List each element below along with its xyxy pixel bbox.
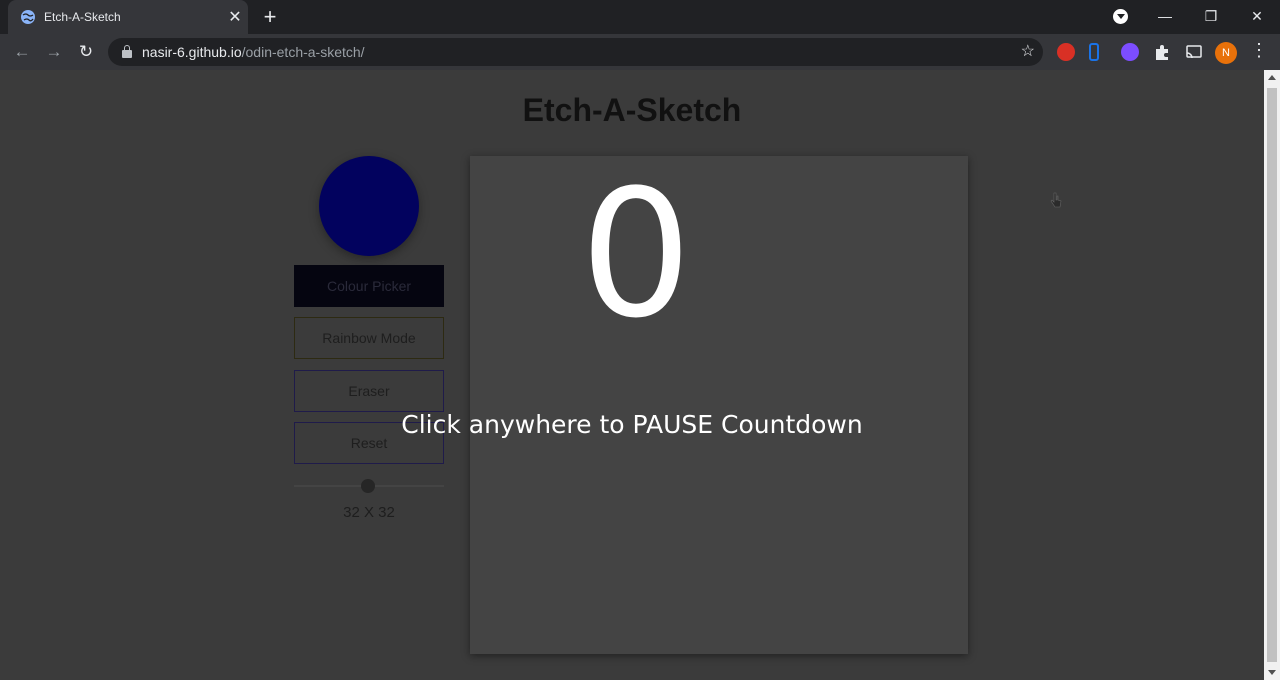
- new-tab-button[interactable]: +: [258, 5, 282, 29]
- page-content: Etch-A-Sketch Colour Picker Rainbow Mode…: [0, 70, 1264, 680]
- colour-preview-circle[interactable]: [319, 156, 419, 256]
- scroll-down-arrow-icon[interactable]: [1268, 670, 1276, 675]
- bookmark-star-icon[interactable]: ☆: [1021, 41, 1035, 61]
- close-tab-icon[interactable]: ✕: [222, 7, 248, 27]
- purple-flower-extension-icon[interactable]: [1121, 43, 1139, 61]
- lock-icon: [122, 45, 132, 58]
- tab-title: Etch-A-Sketch: [44, 10, 121, 24]
- tab-search-icon[interactable]: [1113, 9, 1128, 24]
- browser-menu-icon[interactable]: ⋮: [1250, 40, 1268, 61]
- back-button[interactable]: ←: [10, 40, 34, 64]
- address-bar[interactable]: nasir-6.github.io/odin-etch-a-sketch/ ☆: [108, 38, 1043, 66]
- grid-size-label: 32 X 32: [343, 504, 395, 521]
- grid-size-slider-thumb[interactable]: [361, 479, 375, 493]
- browser-tab-bar: Etch-A-Sketch ✕ + — ❐ ✕: [0, 0, 1280, 34]
- eraser-button[interactable]: Eraser: [294, 370, 444, 412]
- red-hand-extension-icon[interactable]: [1057, 43, 1075, 61]
- hand-cursor-icon: [1050, 192, 1062, 208]
- browser-toolbar: ← → ↻ nasir-6.github.io/odin-etch-a-sket…: [0, 34, 1280, 70]
- cast-icon[interactable]: [1185, 43, 1203, 61]
- page-title: Etch-A-Sketch: [522, 92, 742, 128]
- profile-avatar[interactable]: N: [1215, 42, 1237, 64]
- forward-button[interactable]: →: [42, 40, 66, 64]
- url-path: /odin-etch-a-sketch/: [241, 44, 365, 60]
- reload-button[interactable]: ↻: [74, 40, 98, 64]
- page-scrollbar[interactable]: [1264, 70, 1280, 680]
- pause-countdown-message[interactable]: Click anywhere to PAUSE Countdown: [0, 410, 1264, 439]
- puzzle-extensions-icon[interactable]: [1153, 43, 1171, 61]
- restore-button[interactable]: ❐: [1188, 0, 1234, 34]
- blue-k-extension-icon[interactable]: [1089, 43, 1099, 61]
- url-host: nasir-6.github.io: [142, 44, 242, 60]
- scroll-up-arrow-icon[interactable]: [1268, 75, 1276, 80]
- rainbow-mode-button[interactable]: Rainbow Mode: [294, 317, 444, 359]
- globe-icon: [21, 10, 35, 24]
- countdown-number: 0: [580, 152, 692, 357]
- minimize-button[interactable]: —: [1142, 0, 1188, 34]
- colour-picker-button[interactable]: Colour Picker: [294, 265, 444, 307]
- browser-tab[interactable]: Etch-A-Sketch ✕: [8, 0, 248, 34]
- scrollbar-thumb[interactable]: [1267, 88, 1277, 662]
- close-window-button[interactable]: ✕: [1234, 0, 1280, 34]
